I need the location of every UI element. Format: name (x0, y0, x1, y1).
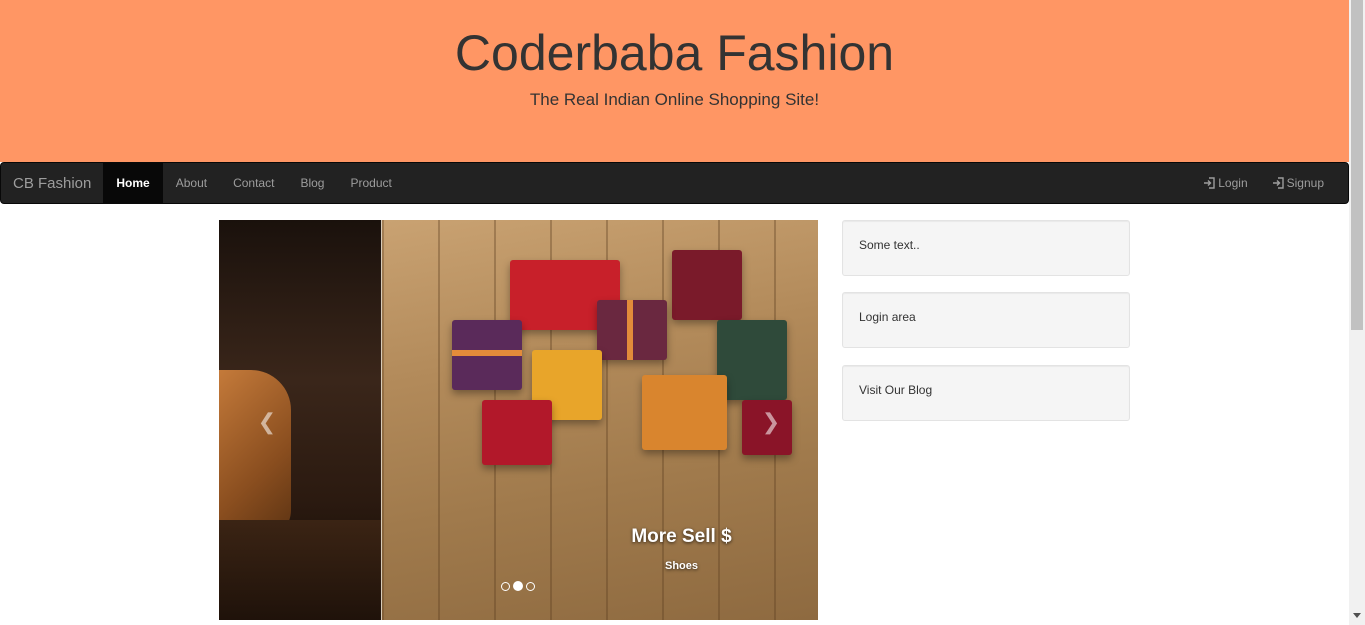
carousel-indicator-3[interactable] (526, 581, 535, 591)
chevron-right-icon: ❯ (761, 409, 781, 434)
carousel-indicator-2[interactable] (513, 581, 523, 591)
nav-product[interactable]: Product (337, 163, 404, 203)
gift-box-image (642, 375, 727, 450)
image-carousel[interactable]: ❮ ❯ More Sell $ Shoes (219, 220, 818, 620)
jumbotron-header: Coderbaba Fashion The Real Indian Online… (0, 0, 1349, 162)
navbar-brand[interactable]: CB Fashion (1, 163, 103, 203)
shoe-image (219, 370, 291, 540)
nav-home[interactable]: Home (103, 163, 163, 203)
scrollbar-thumb[interactable] (1351, 0, 1363, 330)
gift-box-image (672, 250, 742, 320)
login-icon (1203, 177, 1215, 189)
carousel-slide-shoes (219, 220, 381, 620)
nav-signup-label: Signup (1286, 176, 1324, 190)
site-title: Coderbaba Fashion (454, 25, 895, 81)
chevron-left-icon: ❮ (257, 409, 277, 434)
carousel-indicator-1[interactable] (501, 581, 510, 591)
site-tagline: The Real Indian Online Shopping Site! (529, 90, 820, 109)
nav-login-label: Login (1218, 176, 1248, 190)
carousel-prev-button[interactable]: ❮ (255, 409, 279, 434)
navbar-right: Login Signup (1191, 163, 1348, 203)
scroll-down-arrow-icon[interactable] (1353, 613, 1361, 618)
nav-about[interactable]: About (163, 163, 220, 203)
carousel-next-button[interactable]: ❯ (759, 409, 783, 434)
well-some-text: Some text.. (842, 220, 1130, 276)
nav-blog[interactable]: Blog (287, 163, 337, 203)
carousel-slide-gifts (381, 220, 818, 620)
carousel-indicators (501, 581, 535, 591)
page-scrollbar[interactable] (1349, 0, 1365, 625)
caption-text: Shoes (664, 560, 698, 572)
gift-box-image (482, 400, 552, 465)
ribbon-image (452, 350, 522, 356)
login-icon (1272, 177, 1284, 189)
well-login-area: Login area (842, 292, 1130, 348)
gift-box-image (717, 320, 787, 400)
nav-signup[interactable]: Signup (1260, 163, 1336, 203)
carousel-caption: More Sell $ Shoes (619, 525, 744, 572)
nav-contact[interactable]: Contact (220, 163, 287, 203)
table-image (219, 520, 381, 620)
main-navbar: CB Fashion Home About Contact Blog Produ… (0, 162, 1349, 204)
nav-login[interactable]: Login (1191, 163, 1259, 203)
well-visit-blog: Visit Our Blog (842, 365, 1130, 421)
caption-title: More Sell $ (631, 526, 732, 547)
ribbon-image (627, 300, 633, 360)
